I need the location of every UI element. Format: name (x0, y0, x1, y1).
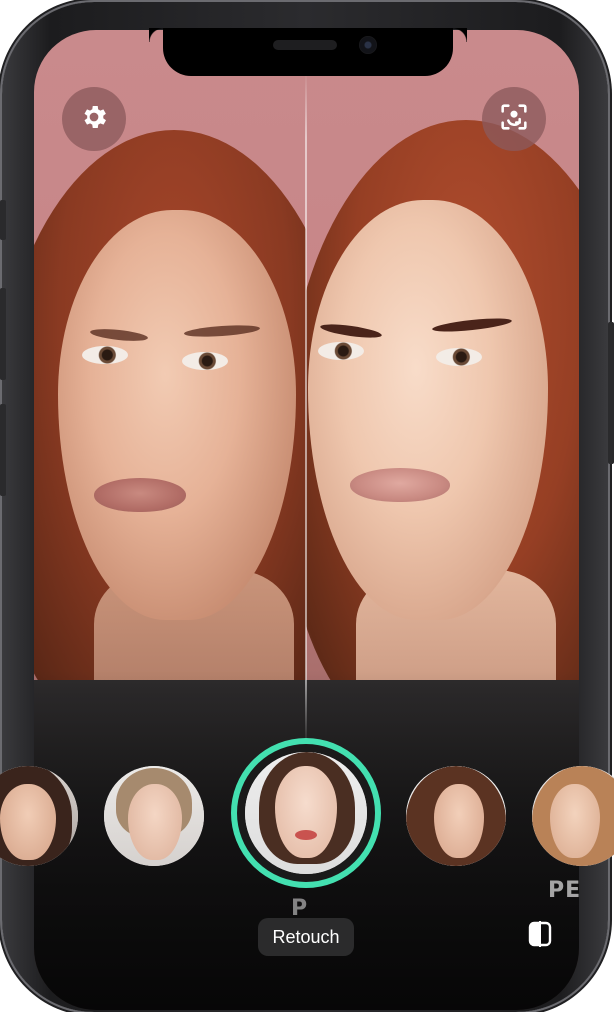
filter-thumbnail[interactable] (104, 766, 204, 866)
volume-up-button (0, 288, 6, 380)
filter-thumbnail[interactable] (406, 766, 506, 866)
edge-filter-caption: PE (548, 878, 582, 903)
filter-thumbnail-selected[interactable] (245, 752, 367, 874)
settings-button[interactable] (62, 87, 126, 151)
front-camera (359, 36, 377, 54)
notch (163, 28, 467, 76)
camera-flip-icon (497, 100, 531, 139)
retouch-mode-label[interactable]: Retouch (258, 918, 354, 956)
filter-thumbnail[interactable] (0, 766, 78, 866)
gear-icon (79, 102, 109, 137)
selected-filter-ring[interactable] (231, 738, 381, 888)
switch-camera-button[interactable] (482, 87, 546, 151)
filter-thumbnail[interactable] (532, 766, 614, 866)
compare-button[interactable] (527, 920, 553, 953)
volume-down-button (0, 404, 6, 496)
filter-carousel[interactable] (0, 738, 614, 888)
compare-icon (528, 920, 552, 953)
earpiece-speaker (273, 40, 337, 50)
before-after-divider[interactable] (305, 70, 307, 750)
silent-switch (0, 200, 6, 240)
power-button (608, 322, 614, 464)
